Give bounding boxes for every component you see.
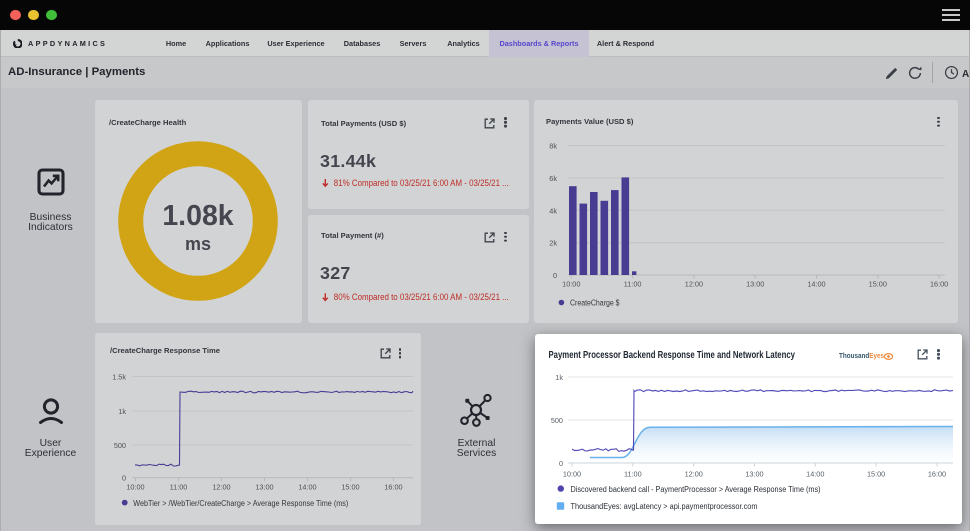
svg-text:Discovered backend call - Paym: Discovered backend call - PaymentProcess… bbox=[571, 485, 821, 494]
svg-text:ThousandEyes: ThousandEyes bbox=[839, 351, 884, 360]
svg-text:500: 500 bbox=[551, 416, 563, 425]
svg-text:10:00: 10:00 bbox=[563, 470, 581, 479]
svg-text:Payment Processor Backend Resp: Payment Processor Backend Response Time … bbox=[549, 350, 796, 361]
svg-text:13:00: 13:00 bbox=[745, 470, 763, 479]
svg-text:15:00: 15:00 bbox=[867, 470, 885, 479]
svg-text:12:00: 12:00 bbox=[685, 470, 703, 479]
svg-text:16:00: 16:00 bbox=[928, 470, 946, 479]
svg-text:0: 0 bbox=[559, 459, 563, 468]
svg-text:1k: 1k bbox=[555, 373, 563, 382]
svg-text:11:00: 11:00 bbox=[624, 470, 642, 479]
svg-text:14:00: 14:00 bbox=[806, 470, 824, 479]
svg-text:ThousandEyes: avgLatency > api: ThousandEyes: avgLatency > api.paymentpr… bbox=[571, 502, 758, 511]
